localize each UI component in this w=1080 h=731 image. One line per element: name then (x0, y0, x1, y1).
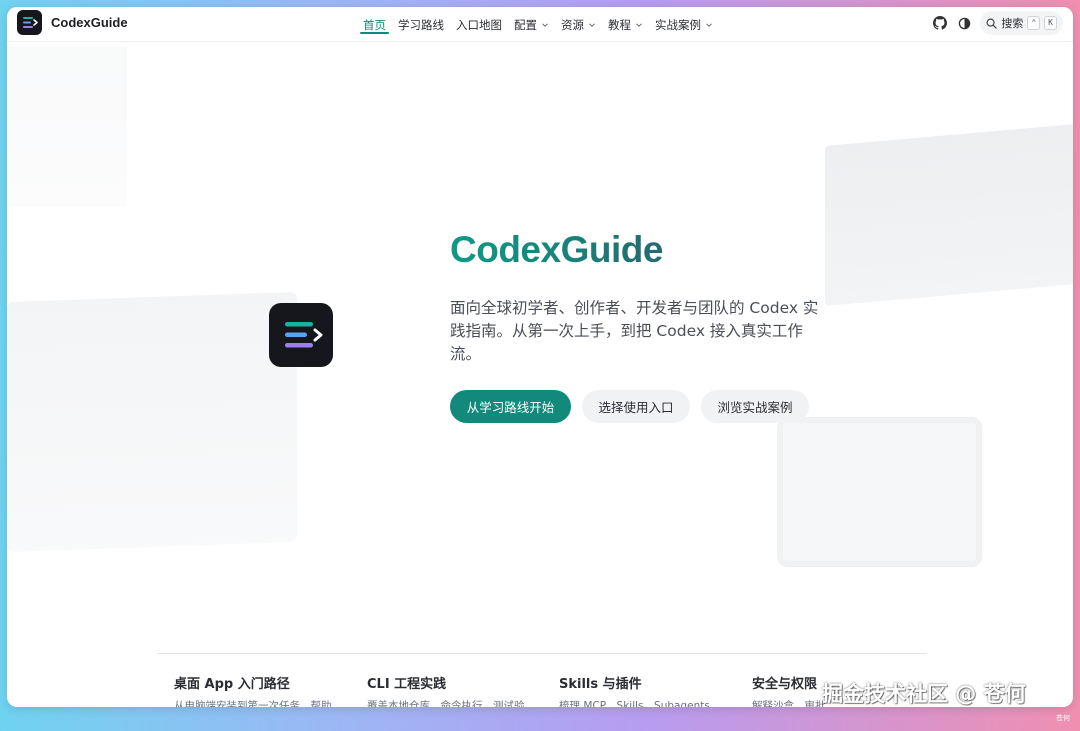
background-laptop-image (7, 291, 297, 553)
nav-item-label: 入口地图 (456, 17, 502, 32)
nav-item-label: 资源 (561, 17, 584, 32)
shortcut-key-ctrl: ⌃ (1027, 16, 1041, 30)
search-label: 搜索 (1001, 17, 1024, 30)
logo-icon[interactable] (17, 10, 42, 35)
start-learning-path-button[interactable]: 从学习路线开始 (450, 390, 571, 423)
choose-entry-button[interactable]: 选择使用入口 (582, 390, 690, 423)
chevron-down-icon (542, 22, 548, 27)
nav-item-learning-path[interactable]: 学习路线 (392, 7, 450, 42)
browser-window: CodexGuide 首页 学习路线 入口地图 配置 资源 教程 实战案例 搜索… (7, 7, 1073, 707)
background-tablet-image (777, 417, 982, 567)
browse-cases-button[interactable]: 浏览实战案例 (701, 390, 809, 423)
theme-toggle-icon[interactable] (956, 15, 972, 31)
watermark-small-text: 苍何 (1056, 714, 1070, 722)
chevron-down-icon (636, 22, 642, 27)
github-icon[interactable] (932, 15, 948, 31)
chevron-down-icon (589, 22, 595, 27)
section-divider (157, 653, 927, 654)
nav-item-home[interactable]: 首页 (357, 7, 392, 42)
hero-title: CodexGuide (450, 229, 663, 270)
nav-item-label: 教程 (608, 17, 631, 32)
search-button[interactable]: 搜索 ⌃ K (980, 11, 1063, 35)
nav-item-label: 实战案例 (655, 17, 701, 32)
nav-item-resources[interactable]: 资源 (555, 7, 602, 42)
nav-item-label: 首页 (363, 17, 386, 32)
nav-item-label: 学习路线 (398, 17, 444, 32)
search-icon (986, 18, 998, 29)
feature-subtitle: 覆盖本地仓库、命令执行、测试验 (367, 700, 525, 707)
top-navbar: CodexGuide 首页 学习路线 入口地图 配置 资源 教程 实战案例 搜索… (7, 7, 1073, 42)
nav-actions: 搜索 ⌃ K (932, 11, 1063, 35)
nav-item-entry-map[interactable]: 入口地图 (450, 7, 508, 42)
feature-title: Skills 与插件 (559, 677, 642, 692)
feature-card-desktop-app[interactable]: 桌面 App 入门路径 从电脑端安装到第一次任务、帮助 (174, 673, 354, 707)
feature-card-cli[interactable]: CLI 工程实践 覆盖本地仓库、命令执行、测试验 (367, 673, 547, 707)
nav-item-tutorials[interactable]: 教程 (602, 7, 649, 42)
hero-description: 面向全球初学者、创作者、开发者与团队的 Codex 实践指南。从第一次上手，到把… (450, 299, 819, 363)
main-menu: 首页 学习路线 入口地图 配置 资源 教程 实战案例 (357, 7, 719, 42)
watermark-text: 掘金技术社区 @ 苍何 (822, 682, 1026, 706)
feature-subtitle: 从电脑端安装到第一次任务、帮助 (174, 700, 332, 707)
feature-subtitle: 梳理 MCP、Skills、Subagents (559, 700, 710, 707)
nav-item-label: 配置 (514, 17, 537, 32)
hero-logo-icon (269, 303, 333, 367)
chevron-down-icon (706, 22, 712, 27)
brand-name[interactable]: CodexGuide (51, 15, 128, 30)
shortcut-key-k: K (1044, 16, 1057, 30)
background-decoration (7, 47, 127, 207)
nav-item-config[interactable]: 配置 (508, 7, 555, 42)
feature-card-skills[interactable]: Skills 与插件 梳理 MCP、Skills、Subagents (559, 673, 739, 707)
nav-item-cases[interactable]: 实战案例 (649, 7, 719, 42)
feature-title: CLI 工程实践 (367, 677, 447, 692)
background-monitor-image (825, 124, 1073, 306)
feature-title: 桌面 App 入门路径 (174, 677, 290, 692)
